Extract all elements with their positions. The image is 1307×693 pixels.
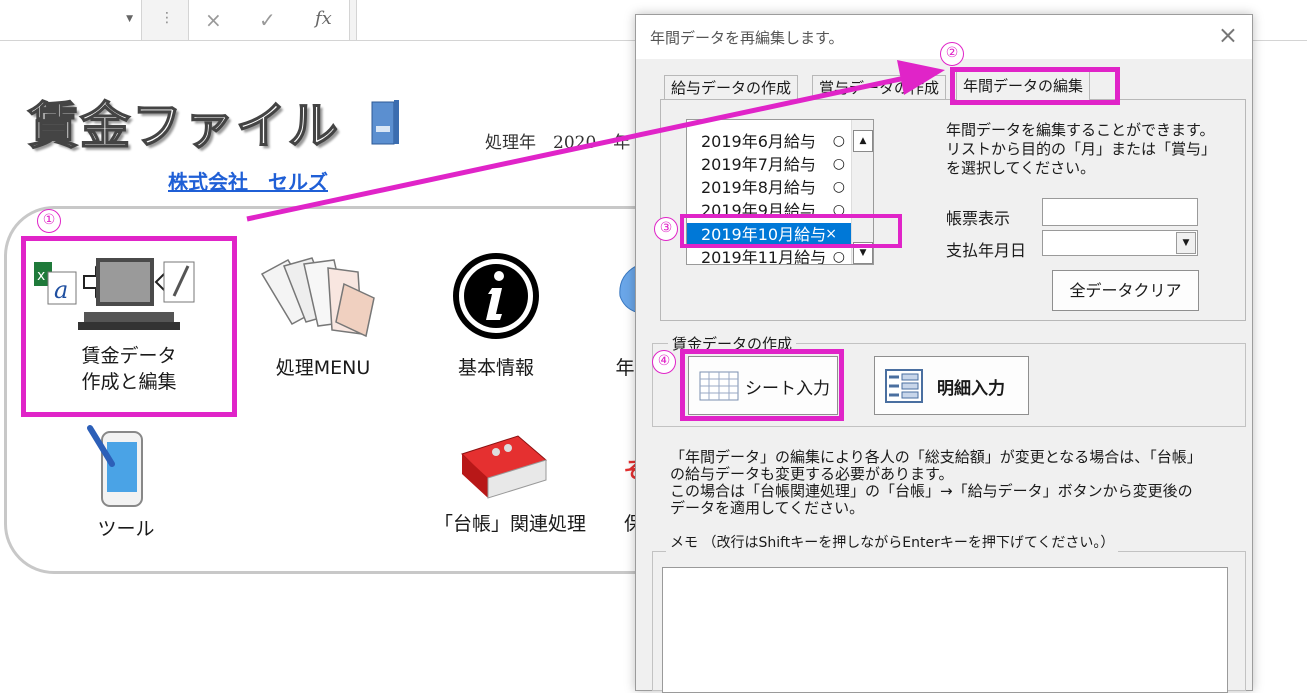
book-icon	[371, 100, 399, 145]
step-badge-3: ③	[654, 217, 678, 241]
wage-data-label-1: 賃金データ	[81, 345, 177, 367]
app-logo-title: 賃金ファイル	[27, 96, 340, 156]
tools-tile[interactable]: ツール	[76, 516, 176, 542]
menu-tile[interactable]: 処理MENU	[258, 355, 388, 381]
paydate-label: 支払年月日	[946, 241, 1027, 260]
annual-data-dialog: 年間データを再編集します。 × 給与データの作成 賞与データの作成 年間データの…	[635, 14, 1253, 693]
list-item[interactable]: 2019年11月給与 ○	[701, 246, 859, 264]
name-box[interactable]: ▼	[0, 0, 142, 40]
wage-data-tile[interactable]: 賃金データ 作成と編集	[36, 343, 222, 395]
detail-input-label: 明細入力	[937, 379, 1005, 399]
paydate-select[interactable]: ▼	[1042, 230, 1198, 256]
binder-icon	[461, 435, 547, 499]
close-icon[interactable]: ×	[1218, 21, 1238, 49]
list-item[interactable]: 2019年8月給与 ○	[701, 176, 859, 199]
wage-data-label-2: 作成と編集	[81, 371, 177, 393]
basic-info-tile[interactable]: 基本情報	[440, 355, 552, 381]
dialog-title: 年間データを再編集します。	[650, 29, 844, 47]
info-icon	[453, 253, 539, 339]
report-field[interactable]	[1042, 198, 1198, 226]
list-icon	[885, 369, 923, 403]
svg-text:a: a	[54, 276, 68, 304]
detail-input-button[interactable]: 明細入力	[874, 356, 1029, 415]
company-link[interactable]: 株式会社 セルズ	[168, 166, 328, 195]
tablet-icon	[87, 425, 143, 507]
clear-all-button[interactable]: 全データクリア	[1052, 270, 1199, 311]
formula-buttons: × ✓ fx	[188, 0, 350, 40]
memo-title: メモ （改行はShiftキーを押しながらEnterキーを押下げてください。）	[666, 532, 1119, 552]
fx-icon[interactable]: fx	[315, 8, 332, 29]
step-badge-1: ①	[37, 209, 61, 233]
cancel-icon[interactable]: ×	[205, 8, 222, 32]
ledger-tile[interactable]: 「台帳」関連処理	[426, 511, 594, 537]
list-item[interactable]: 2019年6月給与 ○	[701, 130, 859, 153]
documents-icon	[260, 257, 375, 338]
chevron-down-icon[interactable]: ▼	[126, 14, 133, 24]
enter-icon[interactable]: ✓	[259, 8, 276, 32]
report-label: 帳票表示	[946, 209, 1011, 228]
svg-text:x: x	[37, 268, 45, 284]
more-icon: ⋮	[160, 10, 174, 26]
notice-text: 「年間データ」の編集により各人の「総支給額」が変更となる場合は、「台帳」 の給与…	[670, 448, 1202, 517]
partial-tile-nen[interactable]: 年	[614, 355, 636, 381]
help-text: 年間データを編集することができます。 リストから目的の「月」または「賞与」 を選…	[946, 121, 1217, 177]
highlight-box-2	[950, 67, 1120, 105]
highlight-box-3	[680, 214, 902, 248]
tab-salary-create[interactable]: 給与データの作成	[664, 75, 799, 101]
wage-data-icon: x a	[34, 258, 195, 330]
chevron-down-icon[interactable]: ▼	[1176, 232, 1196, 254]
tab-bonus-create[interactable]: 賞与データの作成	[812, 75, 947, 101]
highlight-box-4	[680, 349, 844, 421]
partial-icon	[619, 265, 636, 313]
scroll-up-icon[interactable]: ▲	[853, 130, 873, 152]
step-badge-4: ④	[652, 350, 676, 374]
processing-year: 処理年 2020 年	[485, 133, 631, 153]
list-item[interactable]: 2019年7月給与 ○	[701, 153, 859, 176]
memo-textarea[interactable]	[662, 567, 1228, 693]
step-badge-2: ②	[940, 42, 964, 66]
